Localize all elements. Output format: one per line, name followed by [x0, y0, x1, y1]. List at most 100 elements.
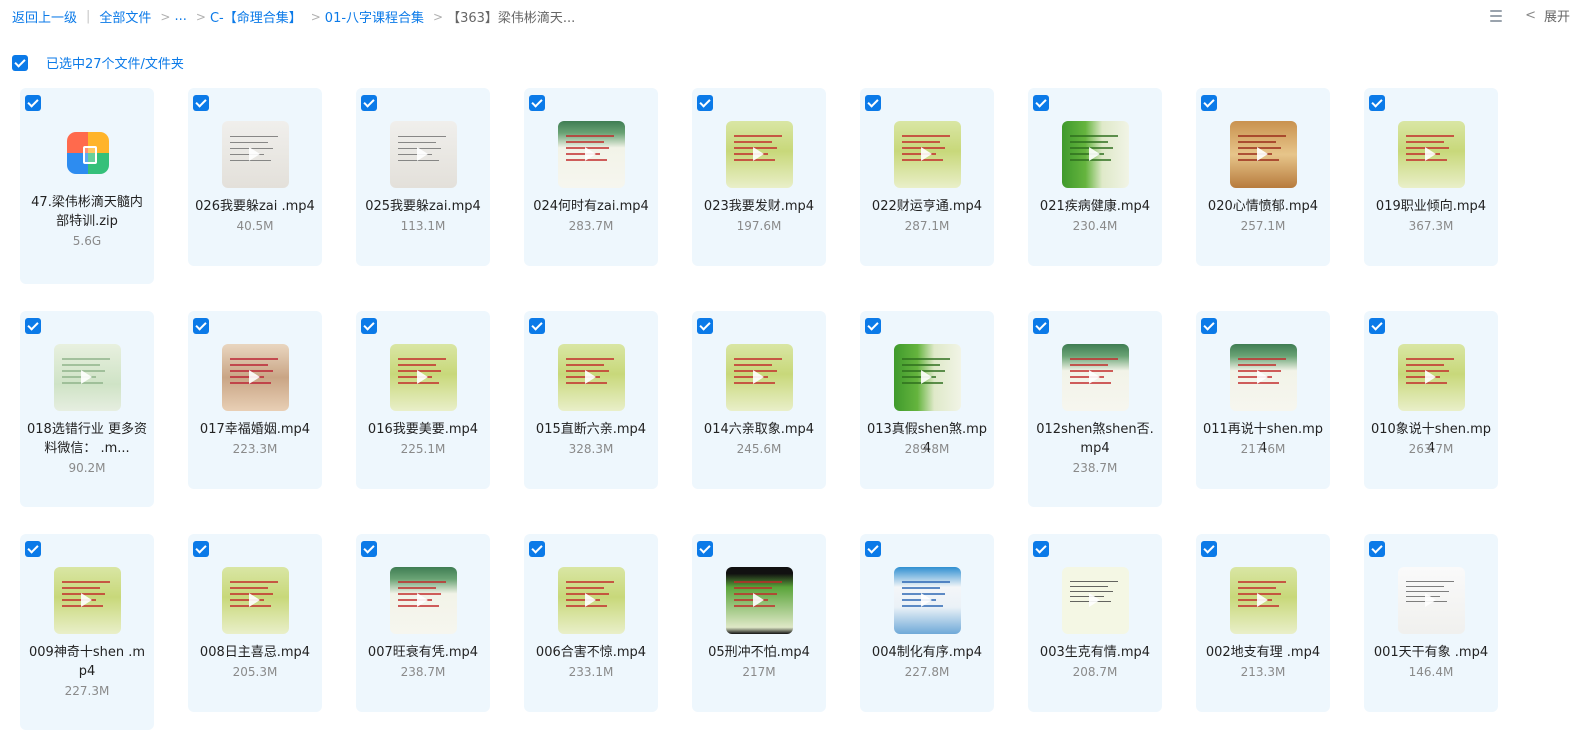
video-thumbnail[interactable] — [1062, 344, 1129, 411]
file-name[interactable]: 023我要发财.mp4 — [698, 197, 820, 216]
video-thumbnail[interactable] — [894, 567, 961, 634]
file-checkbox[interactable] — [529, 95, 545, 111]
file-name[interactable]: 003生克有情.mp4 — [1034, 643, 1156, 662]
file-card[interactable]: 004制化有序.mp4 227.8M — [860, 534, 994, 712]
file-card[interactable]: 002地支有理 .mp4 213.3M — [1196, 534, 1330, 712]
file-card[interactable]: 018选错行业 更多资料微信： .m... 90.2M — [20, 311, 154, 507]
video-thumbnail[interactable] — [726, 121, 793, 188]
video-thumbnail[interactable] — [222, 344, 289, 411]
video-thumbnail[interactable] — [1398, 121, 1465, 188]
file-name[interactable]: 020心情愤郁.mp4 — [1202, 197, 1324, 216]
file-checkbox[interactable] — [697, 541, 713, 557]
list-view-icon[interactable] — [1489, 9, 1503, 23]
file-card[interactable]: 021疾病健康.mp4 230.4M — [1028, 88, 1162, 266]
file-name[interactable]: 006合害不惊.mp4 — [530, 643, 652, 662]
file-card[interactable]: 022财运亨通.mp4 287.1M — [860, 88, 994, 266]
file-card[interactable]: 05刑冲不怕.mp4 217M — [692, 534, 826, 712]
file-checkbox[interactable] — [865, 318, 881, 334]
expand-button[interactable]: < 展开 — [1525, 6, 1570, 25]
file-checkbox[interactable] — [697, 318, 713, 334]
file-card[interactable]: 007旺衰有凭.mp4 238.7M — [356, 534, 490, 712]
file-checkbox[interactable] — [1033, 541, 1049, 557]
file-card[interactable]: 017幸福婚姻.mp4 223.3M — [188, 311, 322, 489]
file-checkbox[interactable] — [529, 541, 545, 557]
file-card[interactable]: 009神奇十shen .mp4 227.3M — [20, 534, 154, 730]
file-name[interactable]: 004制化有序.mp4 — [866, 643, 988, 662]
file-checkbox[interactable] — [361, 95, 377, 111]
file-checkbox[interactable] — [361, 541, 377, 557]
file-name[interactable]: 47.梁伟彬滴天髓内部特训.zip — [26, 193, 148, 231]
file-name[interactable]: 008日主喜忌.mp4 — [194, 643, 316, 662]
file-card[interactable]: 024何时有zai.mp4 283.7M — [524, 88, 658, 266]
breadcrumb-ellipsis[interactable]: ... — [174, 9, 186, 24]
video-thumbnail[interactable] — [1398, 567, 1465, 634]
file-checkbox[interactable] — [697, 95, 713, 111]
video-thumbnail[interactable] — [1062, 121, 1129, 188]
file-checkbox[interactable] — [865, 541, 881, 557]
select-all-checkbox[interactable] — [12, 54, 28, 71]
video-thumbnail[interactable] — [222, 121, 289, 188]
file-name[interactable]: 024何时有zai.mp4 — [530, 197, 652, 216]
video-thumbnail[interactable] — [558, 567, 625, 634]
file-name[interactable]: 009神奇十shen .mp4 — [26, 643, 148, 681]
file-name[interactable]: 025我要躲zai.mp4 — [362, 197, 484, 216]
file-name[interactable]: 007旺衰有凭.mp4 — [362, 643, 484, 662]
file-name[interactable]: 022财运亨通.mp4 — [866, 197, 988, 216]
video-thumbnail[interactable] — [558, 344, 625, 411]
file-card[interactable]: 011再说十shen.mp4 217.6M — [1196, 311, 1330, 489]
file-card[interactable]: 015直断六亲.mp4 328.3M — [524, 311, 658, 489]
file-card[interactable]: 013真假shen煞.mp4 289.8M — [860, 311, 994, 489]
file-name[interactable]: 012shen煞shen否.mp4 — [1034, 420, 1156, 458]
file-checkbox[interactable] — [1369, 95, 1385, 111]
file-card[interactable]: 019职业倾向.mp4 367.3M — [1364, 88, 1498, 266]
file-name[interactable]: 018选错行业 更多资料微信： .m... — [26, 420, 148, 458]
back-link[interactable]: 返回上一级 — [12, 7, 77, 26]
file-name[interactable]: 05刑冲不怕.mp4 — [698, 643, 820, 662]
file-card[interactable]: 014六亲取象.mp4 245.6M — [692, 311, 826, 489]
file-checkbox[interactable] — [1033, 95, 1049, 111]
file-name[interactable]: 015直断六亲.mp4 — [530, 420, 652, 439]
file-card[interactable]: 001天干有象 .mp4 146.4M — [1364, 534, 1498, 712]
video-thumbnail[interactable] — [222, 567, 289, 634]
file-name[interactable]: 026我要躲zai .mp4 — [194, 197, 316, 216]
video-thumbnail[interactable] — [1230, 567, 1297, 634]
video-thumbnail[interactable] — [390, 344, 457, 411]
file-checkbox[interactable] — [1201, 95, 1217, 111]
file-card[interactable]: 47.梁伟彬滴天髓内部特训.zip 5.6G — [20, 88, 154, 284]
file-card[interactable]: 026我要躲zai .mp4 40.5M — [188, 88, 322, 266]
file-name[interactable]: 017幸福婚姻.mp4 — [194, 420, 316, 439]
video-thumbnail[interactable] — [558, 121, 625, 188]
file-name[interactable]: 016我要美要.mp4 — [362, 420, 484, 439]
video-thumbnail[interactable] — [54, 344, 121, 411]
file-checkbox[interactable] — [25, 318, 41, 334]
video-thumbnail[interactable] — [726, 344, 793, 411]
file-checkbox[interactable] — [361, 318, 377, 334]
video-thumbnail[interactable] — [726, 567, 793, 634]
file-name[interactable]: 019职业倾向.mp4 — [1370, 197, 1492, 216]
file-card[interactable]: 010象说十shen.mp4 263.7M — [1364, 311, 1498, 489]
file-card[interactable]: 008日主喜忌.mp4 205.3M — [188, 534, 322, 712]
file-checkbox[interactable] — [865, 95, 881, 111]
video-thumbnail[interactable] — [894, 121, 961, 188]
file-checkbox[interactable] — [1033, 318, 1049, 334]
file-name[interactable]: 002地支有理 .mp4 — [1202, 643, 1324, 662]
file-card[interactable]: 016我要美要.mp4 225.1M — [356, 311, 490, 489]
breadcrumb-item-c[interactable]: C-【命理合集】 — [210, 7, 302, 26]
file-checkbox[interactable] — [193, 95, 209, 111]
file-checkbox[interactable] — [529, 318, 545, 334]
file-checkbox[interactable] — [1369, 318, 1385, 334]
video-thumbnail[interactable] — [1230, 121, 1297, 188]
file-card[interactable]: 006合害不惊.mp4 233.1M — [524, 534, 658, 712]
file-checkbox[interactable] — [193, 318, 209, 334]
video-thumbnail[interactable] — [1230, 344, 1297, 411]
video-thumbnail[interactable] — [1398, 344, 1465, 411]
breadcrumb-item-bazi[interactable]: 01-八字课程合集 — [325, 7, 424, 26]
video-thumbnail[interactable] — [54, 567, 121, 634]
file-checkbox[interactable] — [1201, 318, 1217, 334]
file-name[interactable]: 001天干有象 .mp4 — [1370, 643, 1492, 662]
file-card[interactable]: 023我要发财.mp4 197.6M — [692, 88, 826, 266]
file-checkbox[interactable] — [193, 541, 209, 557]
file-name[interactable]: 014六亲取象.mp4 — [698, 420, 820, 439]
video-thumbnail[interactable] — [390, 121, 457, 188]
file-checkbox[interactable] — [1201, 541, 1217, 557]
